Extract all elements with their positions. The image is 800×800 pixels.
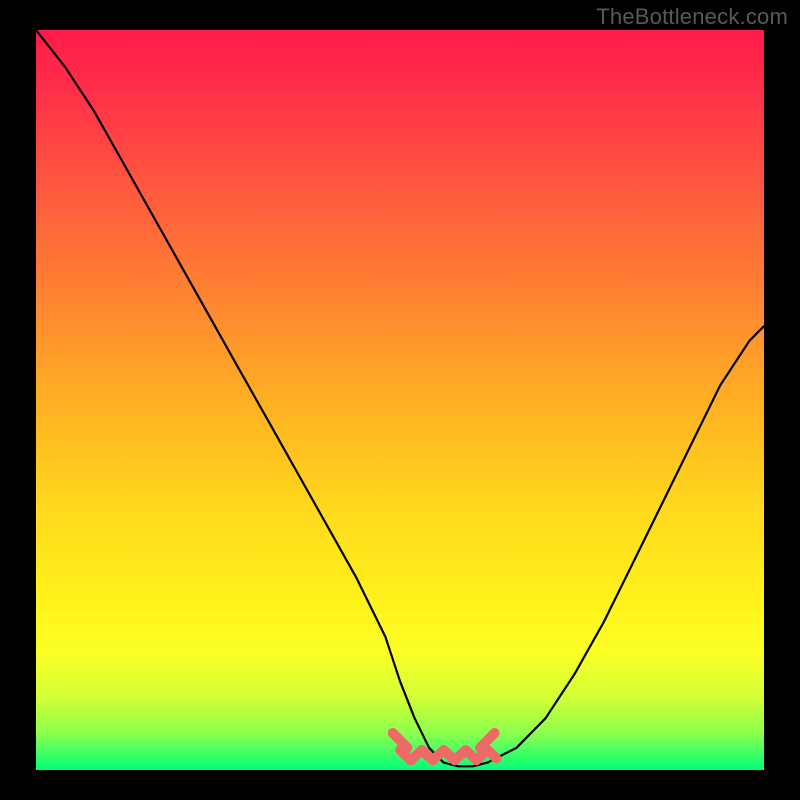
bottleneck-curve bbox=[36, 30, 764, 766]
coral-segment bbox=[487, 750, 496, 758]
coral-trough-band bbox=[393, 733, 497, 760]
coral-end-bump bbox=[480, 733, 495, 748]
plot-area bbox=[36, 30, 764, 770]
curve-svg bbox=[36, 30, 764, 770]
chart-frame: TheBottleneck.com bbox=[0, 0, 800, 800]
coral-end-bump bbox=[393, 733, 408, 748]
watermark-text: TheBottleneck.com bbox=[596, 4, 788, 30]
